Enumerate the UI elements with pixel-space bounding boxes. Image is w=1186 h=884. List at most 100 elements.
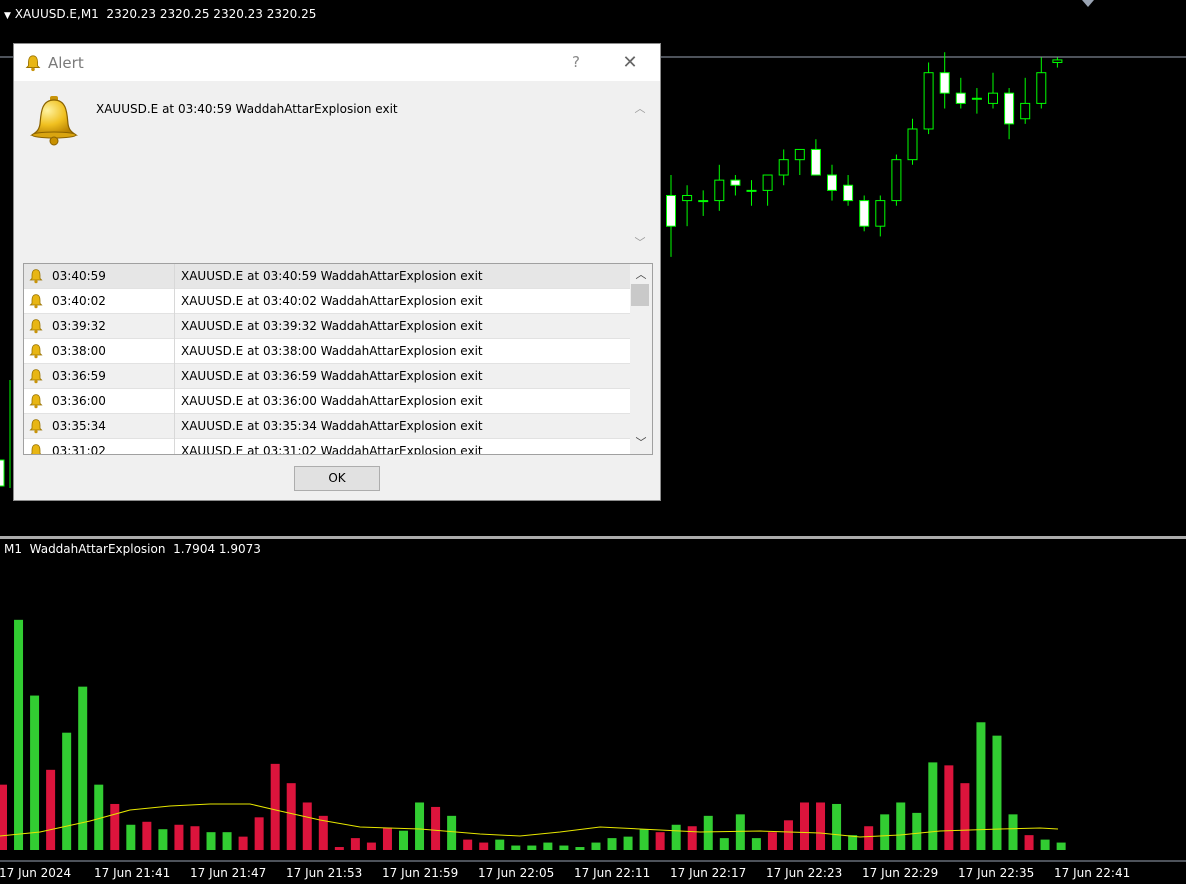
histogram-bar (896, 802, 906, 850)
histogram-bar (864, 826, 874, 850)
bell-icon (29, 319, 43, 334)
candle (714, 164, 725, 211)
candle (810, 139, 821, 176)
histogram-bar (735, 814, 745, 850)
candle (778, 149, 789, 186)
alert-message: XAUUSD.E at 03:40:59 WaddahAttarExplosio… (181, 269, 483, 283)
list-item[interactable]: 03:36:59 XAUUSD.E at 03:36:59 WaddahAttar… (24, 364, 630, 389)
histogram-bar (655, 832, 665, 850)
alert-dialog: Alert ? ✕ XAUUSD.E at 03:40:59 WaddahAtt… (13, 43, 661, 501)
bell-icon (25, 55, 41, 72)
histogram-bar (350, 838, 360, 850)
list-item[interactable]: 03:39:32 XAUUSD.E at 03:39:32 WaddahAttar… (24, 314, 630, 339)
alert-message: XAUUSD.E at 03:35:34 WaddahAttarExplosio… (181, 419, 483, 433)
list-item[interactable]: 03:36:00 XAUUSD.E at 03:36:00 WaddahAttar… (24, 389, 630, 414)
alert-time: 03:40:59 (52, 269, 106, 283)
candle (923, 62, 934, 135)
list-item[interactable]: 03:38:00 XAUUSD.E at 03:38:00 WaddahAttar… (24, 339, 630, 364)
histogram-bar (238, 836, 248, 850)
candle (971, 88, 982, 114)
alert-message: XAUUSD.E at 03:31:02 WaddahAttarExplosio… (181, 444, 483, 455)
ok-button[interactable]: OK (294, 466, 380, 491)
histogram-bar (62, 732, 72, 850)
dropdown-triangle-icon[interactable]: ▼ (4, 11, 11, 21)
symbol-label: ▼ XAUUSD.E,M1 2320.23 2320.25 2320.23 23… (4, 7, 316, 21)
bell-icon (29, 419, 43, 434)
alert-log-list[interactable]: 03:40:59 XAUUSD.E at 03:40:59 WaddahAttar… (23, 263, 653, 455)
candle (730, 175, 741, 196)
candle (955, 77, 966, 109)
histogram-bar (142, 821, 152, 850)
indicator-label: M1 WaddahAttarExplosion 1.7904 1.9073 (4, 542, 261, 556)
histogram-bar (832, 803, 842, 850)
alert-time: 03:38:00 (52, 344, 106, 358)
chart-shift-marker-icon[interactable] (1082, 0, 1094, 7)
histogram-bar (623, 836, 633, 850)
histogram-bar (174, 824, 184, 850)
close-button[interactable]: ✕ (617, 51, 643, 75)
histogram-bar (270, 763, 280, 850)
list-item[interactable]: 03:40:59 XAUUSD.E at 03:40:59 WaddahAttar… (24, 264, 630, 289)
histogram-bar (286, 783, 296, 850)
list-item[interactable]: 03:31:02 XAUUSD.E at 03:31:02 WaddahAttar… (24, 439, 630, 455)
histogram-bar (559, 845, 569, 850)
bell-icon (30, 96, 78, 146)
histogram-bar (206, 832, 216, 850)
time-axis-label: 17 Jun 21:41 (94, 866, 171, 880)
help-button[interactable]: ? (565, 51, 587, 73)
indicator-chart (0, 619, 1186, 862)
bell-icon (29, 344, 43, 359)
alert-message: XAUUSD.E at 03:39:32 WaddahAttarExplosio… (181, 319, 483, 333)
scroll-up-icon[interactable]: ︿ (632, 102, 648, 116)
histogram-bar (527, 845, 537, 850)
alert-time: 03:35:34 (52, 419, 106, 433)
histogram-bar (415, 802, 425, 850)
histogram-bar (190, 826, 200, 850)
alert-message: XAUUSD.E at 03:38:00 WaddahAttarExplosio… (181, 344, 483, 358)
log-scrollbar[interactable]: ︿ ﹀ (630, 264, 652, 454)
alert-time: 03:39:32 (52, 319, 106, 333)
candle (682, 185, 693, 227)
bell-icon (29, 394, 43, 409)
message-scrollbar[interactable]: ︿ ﹀ (632, 102, 648, 252)
scroll-down-icon[interactable]: ﹀ (632, 236, 648, 250)
alert-time: 03:36:59 (52, 369, 106, 383)
bell-icon (30, 444, 42, 454)
histogram-bar (431, 806, 441, 850)
histogram-bar (495, 839, 505, 850)
candle (891, 154, 902, 206)
histogram-bar (671, 824, 681, 850)
candle (827, 164, 837, 201)
dialog-titlebar[interactable]: Alert ? ✕ (14, 44, 660, 81)
time-axis-label: 17 Jun 2024 (0, 866, 72, 880)
histogram-bar (960, 783, 970, 850)
dialog-title: Alert (48, 54, 84, 72)
list-item[interactable]: 03:40:02 XAUUSD.E at 03:40:02 WaddahAttar… (24, 289, 630, 314)
candle (988, 72, 998, 109)
histogram-bar (944, 765, 954, 850)
scroll-down-icon[interactable]: ﹀ (633, 436, 649, 450)
candle (794, 148, 805, 176)
candle (666, 175, 676, 257)
candle (939, 52, 950, 109)
histogram-bar (1024, 835, 1034, 850)
bell-icon (29, 369, 43, 384)
list-item[interactable]: 03:35:34 XAUUSD.E at 03:35:34 WaddahAttar… (24, 414, 630, 439)
alert-time: 03:31:02 (52, 444, 106, 455)
histogram-bar (447, 815, 457, 850)
histogram-bar (543, 842, 553, 850)
candle (843, 175, 854, 206)
alert-time: 03:36:00 (52, 394, 106, 408)
histogram-bar (222, 832, 232, 850)
time-axis-label: 17 Jun 22:35 (958, 866, 1035, 880)
candle (1036, 57, 1047, 109)
alert-message: XAUUSD.E at 03:40:59 WaddahAttarExplosio… (96, 102, 398, 116)
time-axis-label: 17 Jun 22:05 (478, 866, 555, 880)
symbol-text: XAUUSD.E,M1 2320.23 2320.25 2320.23 2320… (14, 7, 317, 21)
histogram-bar (783, 820, 793, 850)
histogram-bar (334, 847, 344, 850)
candle (1052, 57, 1063, 68)
candle (698, 190, 709, 216)
scroll-thumb[interactable] (631, 284, 649, 306)
scroll-up-icon[interactable]: ︿ (633, 268, 649, 282)
